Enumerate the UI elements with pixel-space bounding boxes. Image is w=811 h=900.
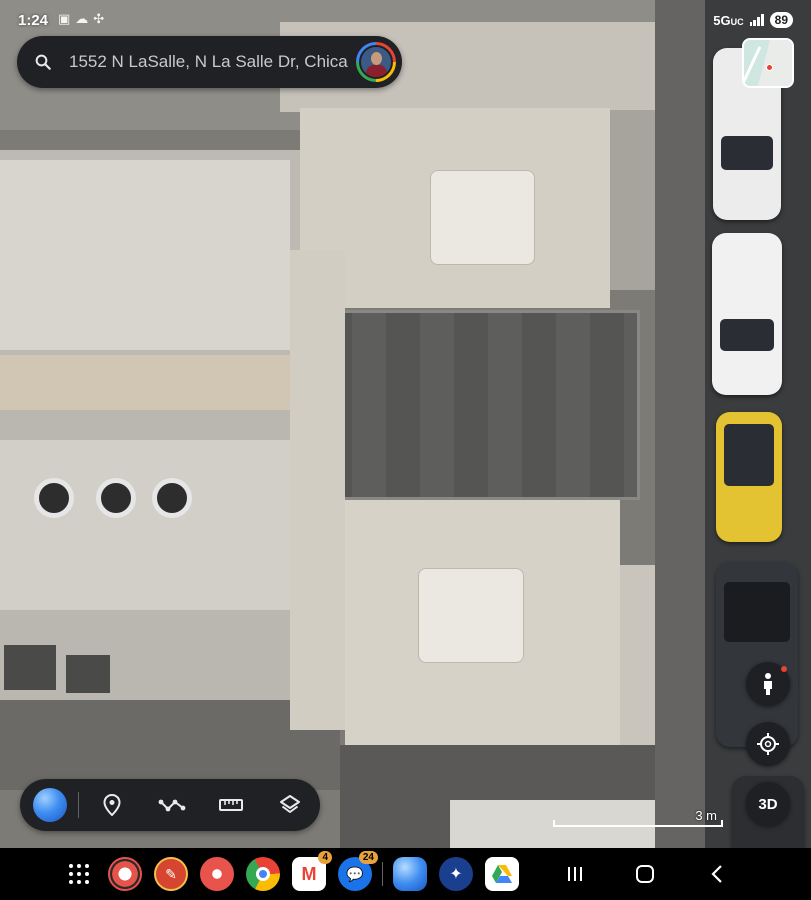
dock-divider	[382, 862, 383, 886]
building-top-left-roof	[0, 160, 290, 350]
apps-grid-icon[interactable]	[62, 857, 96, 891]
map-scale: 3 m	[553, 806, 723, 830]
back-icon	[711, 865, 722, 883]
my-location-button[interactable]	[746, 722, 790, 766]
taskbar: ✎ M 4 💬 24 ✦	[0, 848, 811, 900]
route-icon	[158, 799, 185, 812]
street-view-person-icon	[764, 673, 772, 695]
gmail-badge: 4	[318, 851, 332, 864]
app-icon-3[interactable]	[200, 857, 234, 891]
avatar[interactable]	[356, 42, 396, 82]
status-right: 5GUC 89	[713, 12, 793, 28]
vent	[96, 478, 136, 518]
roof-hatch	[418, 568, 524, 663]
gmail-icon[interactable]: M 4	[292, 851, 332, 891]
search-bar[interactable]: 1552 N LaSalle, N La Salle Dr, Chica	[17, 36, 402, 88]
vent	[152, 478, 192, 518]
layers-icon	[280, 795, 301, 813]
place-pin-button[interactable]	[82, 779, 141, 831]
status-time: 1:24	[18, 12, 49, 29]
map-toolbar	[20, 779, 320, 831]
screenshot-icon: ▣	[58, 11, 71, 26]
ruler-icon	[218, 799, 243, 811]
recents-button[interactable]	[550, 848, 600, 900]
sidewalk	[655, 0, 710, 848]
right-strip-lower	[620, 565, 660, 745]
home-button[interactable]	[620, 848, 670, 900]
layers-button[interactable]	[261, 779, 320, 831]
earth-icon[interactable]	[393, 857, 427, 891]
earth-home-button[interactable]	[26, 779, 74, 831]
app-icon-1[interactable]	[108, 857, 142, 891]
status-bar: 1:24 ▣ ☁ ✣ 5GUC 89	[0, 0, 811, 40]
my-location-icon	[757, 733, 779, 755]
gemini-icon[interactable]: ✦	[439, 857, 473, 891]
notification-icons: ▣ ☁ ✣	[58, 11, 104, 27]
building-bottom-left-patch	[0, 440, 300, 610]
alley	[0, 355, 330, 410]
vent	[34, 478, 74, 518]
satellite-map[interactable]	[0, 0, 811, 848]
back-button[interactable]	[692, 848, 742, 900]
parked-car-dark	[716, 562, 798, 747]
screen: 1:24 ▣ ☁ ✣ 5GUC 89 1552 N LaSalle, N La …	[0, 0, 811, 900]
battery-icon: 89	[769, 12, 793, 28]
3d-toggle-button[interactable]: 3D	[746, 782, 790, 826]
globe-icon	[32, 788, 67, 822]
messages-icon[interactable]: 💬 24	[338, 851, 378, 891]
pin-icon	[103, 794, 121, 816]
drive-icon[interactable]	[485, 857, 519, 891]
search-input[interactable]: 1552 N LaSalle, N La Salle Dr, Chica	[69, 52, 356, 72]
signal-icon	[749, 14, 764, 26]
recents-icon	[568, 867, 582, 881]
center-edge	[290, 250, 345, 730]
dark-roof-patch	[66, 655, 110, 693]
center-dark-roof	[315, 310, 640, 500]
roof-hatch	[430, 170, 535, 265]
parked-car-yellow	[716, 412, 782, 542]
right-strip	[610, 110, 655, 290]
account-photo	[359, 45, 393, 79]
minimap-button[interactable]	[742, 38, 794, 88]
app-icon-2[interactable]: ✎	[154, 857, 188, 891]
toolbar-divider	[77, 792, 79, 818]
fan-icon: ✣	[93, 11, 105, 26]
cloud-icon: ☁	[75, 11, 89, 26]
chrome-icon[interactable]	[246, 857, 280, 891]
parked-car-white	[712, 233, 782, 395]
search-icon[interactable]	[17, 36, 69, 88]
dark-roof-patch	[4, 645, 56, 690]
path-button[interactable]	[142, 779, 201, 831]
scale-line	[553, 820, 723, 827]
home-icon	[636, 865, 654, 883]
lower-left-strip	[0, 700, 340, 790]
street-view-button[interactable]	[746, 662, 790, 706]
messages-badge: 24	[358, 851, 378, 864]
network-label: 5GUC	[713, 12, 744, 28]
measure-button[interactable]	[201, 779, 260, 831]
